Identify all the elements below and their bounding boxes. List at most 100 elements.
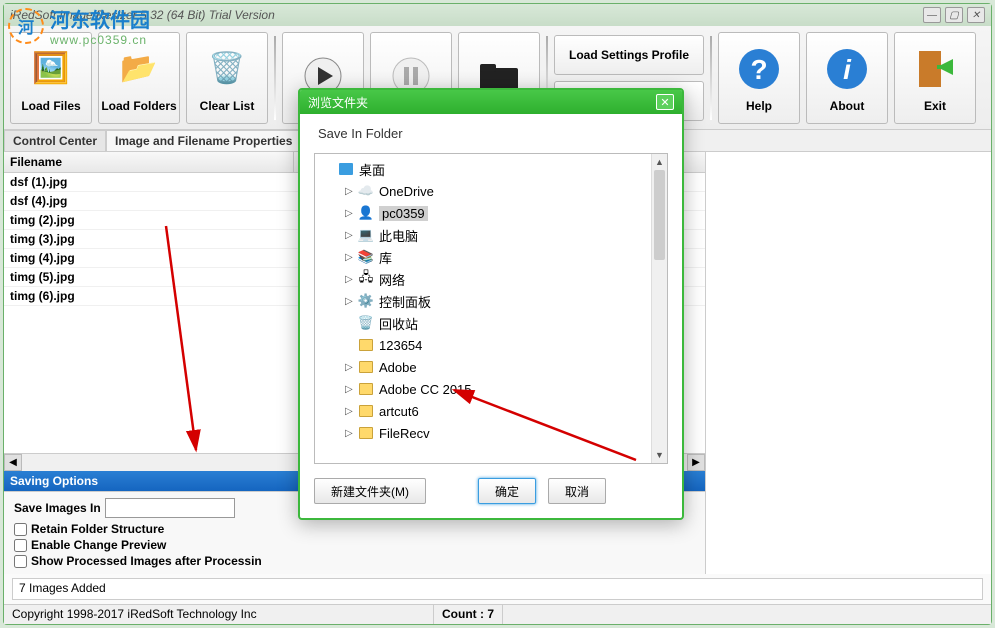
- tree-item[interactable]: 123654: [317, 334, 665, 356]
- tree-label: FileRecv: [379, 426, 430, 441]
- tree-label: Adobe CC 2015: [379, 382, 472, 397]
- tree-label: 控制面板: [379, 292, 431, 311]
- svg-text:?: ?: [750, 54, 767, 85]
- folder-tree[interactable]: 桌面▷☁️OneDrive▷👤pc0359▷💻此电脑▷📚库▷🖧网络▷⚙️控制面板…: [314, 153, 668, 464]
- tree-item[interactable]: ▷☁️ OneDrive: [317, 180, 665, 202]
- copyright-label: Copyright 1998-2017 iRedSoft Technology …: [4, 605, 434, 624]
- load-folders-button[interactable]: 📂 Load Folders: [98, 32, 180, 124]
- minimize-button[interactable]: —: [923, 7, 941, 23]
- cancel-button[interactable]: 取消: [548, 478, 606, 504]
- cell-filename: dsf (4).jpg: [4, 192, 292, 210]
- cell-filename: timg (4).jpg: [4, 249, 292, 267]
- dialog-titlebar[interactable]: 浏览文件夹 ✕: [300, 90, 682, 114]
- ok-button[interactable]: 确定: [478, 478, 536, 504]
- svg-text:i: i: [843, 54, 852, 85]
- info-icon: i: [821, 43, 873, 95]
- control-icon: ⚙️: [357, 293, 375, 309]
- tree-item[interactable]: 桌面: [317, 158, 665, 180]
- tab-image-properties[interactable]: Image and Filename Properties: [106, 130, 301, 151]
- tree-item[interactable]: ▷ Adobe: [317, 356, 665, 378]
- exit-button[interactable]: Exit: [894, 32, 976, 124]
- folder-photo-icon: 📂: [113, 43, 165, 95]
- trash-icon: 🗑️: [201, 43, 253, 95]
- expander-icon[interactable]: ▷: [345, 384, 357, 395]
- clear-list-button[interactable]: 🗑️ Clear List: [186, 32, 268, 124]
- tree-label: artcut6: [379, 404, 419, 419]
- expander-icon[interactable]: ▷: [345, 252, 357, 263]
- exit-icon: [909, 43, 961, 95]
- expander-icon[interactable]: ▷: [345, 208, 357, 219]
- right-pane: [706, 152, 991, 574]
- dialog-subtitle: Save In Folder: [300, 114, 682, 153]
- expander-icon[interactable]: ▷: [345, 296, 357, 307]
- load-settings-button[interactable]: Load Settings Profile: [554, 35, 704, 75]
- window-title: iRedSoft Image Resizer 5.32 (64 Bit) Tri…: [10, 8, 275, 22]
- close-button[interactable]: ✕: [967, 7, 985, 23]
- expander-icon[interactable]: ▷: [345, 406, 357, 417]
- status-message: 7 Images Added: [12, 578, 983, 600]
- status-bar: Copyright 1998-2017 iRedSoft Technology …: [4, 604, 991, 624]
- new-folder-button[interactable]: 新建文件夹(M): [314, 478, 426, 504]
- tree-item[interactable]: ▷👤 pc0359: [317, 202, 665, 224]
- recycle-icon: 🗑️: [357, 315, 375, 331]
- user-icon: 👤: [357, 205, 375, 221]
- desktop-icon: [337, 161, 355, 177]
- onedrive-icon: ☁️: [357, 183, 375, 199]
- expander-icon[interactable]: ▷: [345, 230, 357, 241]
- folder-icon: [357, 337, 375, 353]
- about-button[interactable]: i About: [806, 32, 888, 124]
- enable-preview-checkbox[interactable]: Enable Change Preview: [14, 538, 695, 552]
- tree-label: 此电脑: [379, 226, 418, 245]
- tree-label: Adobe: [379, 360, 417, 375]
- maximize-button[interactable]: ▢: [945, 7, 963, 23]
- expander-icon[interactable]: ▷: [345, 428, 357, 439]
- col-filename[interactable]: Filename: [4, 152, 294, 172]
- library-icon: 📚: [357, 249, 375, 265]
- toolbar-separator: [710, 36, 712, 120]
- folder-icon: [357, 425, 375, 441]
- scroll-right-button[interactable]: ▶: [687, 454, 705, 471]
- scroll-left-button[interactable]: ◀: [4, 454, 22, 471]
- save-images-in-input[interactable]: [105, 498, 235, 518]
- tree-item[interactable]: ▷⚙️控制面板: [317, 290, 665, 312]
- load-files-button[interactable]: 🖼️ Load Files: [10, 32, 92, 124]
- scroll-thumb[interactable]: [654, 170, 665, 260]
- browse-folder-dialog: 浏览文件夹 ✕ Save In Folder 桌面▷☁️OneDrive▷👤pc…: [298, 88, 684, 520]
- tree-label: pc0359: [379, 206, 428, 221]
- tree-item[interactable]: ▷💻此电脑: [317, 224, 665, 246]
- scroll-down-button[interactable]: ▼: [652, 447, 667, 463]
- expander-icon[interactable]: ▷: [345, 274, 357, 285]
- save-images-in-label: Save Images In: [14, 501, 101, 515]
- cell-filename: timg (6).jpg: [4, 287, 292, 305]
- dialog-buttons: 新建文件夹(M) 确定 取消: [300, 464, 682, 518]
- tree-label: 库: [379, 248, 392, 267]
- tree-label: OneDrive: [379, 184, 434, 199]
- folder-icon: [357, 359, 375, 375]
- tree-item[interactable]: ▷📚库: [317, 246, 665, 268]
- tree-item[interactable]: ▷ Adobe CC 2015: [317, 378, 665, 400]
- retain-folder-checkbox[interactable]: Retain Folder Structure: [14, 522, 695, 536]
- tree-item[interactable]: ▷ FileRecv: [317, 422, 665, 444]
- expander-icon[interactable]: ▷: [345, 186, 357, 197]
- tree-v-scrollbar[interactable]: ▲ ▼: [651, 154, 667, 463]
- tree-item[interactable]: ▷ artcut6: [317, 400, 665, 422]
- tree-item[interactable]: ▷🖧网络: [317, 268, 665, 290]
- show-processed-checkbox[interactable]: Show Processed Images after Processin: [14, 554, 695, 568]
- help-icon: ?: [733, 43, 785, 95]
- pc-icon: 💻: [357, 227, 375, 243]
- tab-control-center[interactable]: Control Center: [4, 130, 106, 151]
- count-label: Count : 7: [434, 605, 503, 624]
- cell-filename: timg (3).jpg: [4, 230, 292, 248]
- folder-icon: [357, 381, 375, 397]
- tree-item[interactable]: 🗑️回收站: [317, 312, 665, 334]
- network-icon: 🖧: [357, 271, 375, 287]
- toolbar-separator: [274, 36, 276, 120]
- expander-icon[interactable]: ▷: [345, 362, 357, 373]
- tree-label: 桌面: [359, 160, 385, 179]
- dialog-close-button[interactable]: ✕: [656, 94, 674, 110]
- tree-label: 回收站: [379, 314, 418, 333]
- titlebar: iRedSoft Image Resizer 5.32 (64 Bit) Tri…: [4, 4, 991, 26]
- help-button[interactable]: ? Help: [718, 32, 800, 124]
- folder-icon: [357, 403, 375, 419]
- scroll-up-button[interactable]: ▲: [652, 154, 667, 170]
